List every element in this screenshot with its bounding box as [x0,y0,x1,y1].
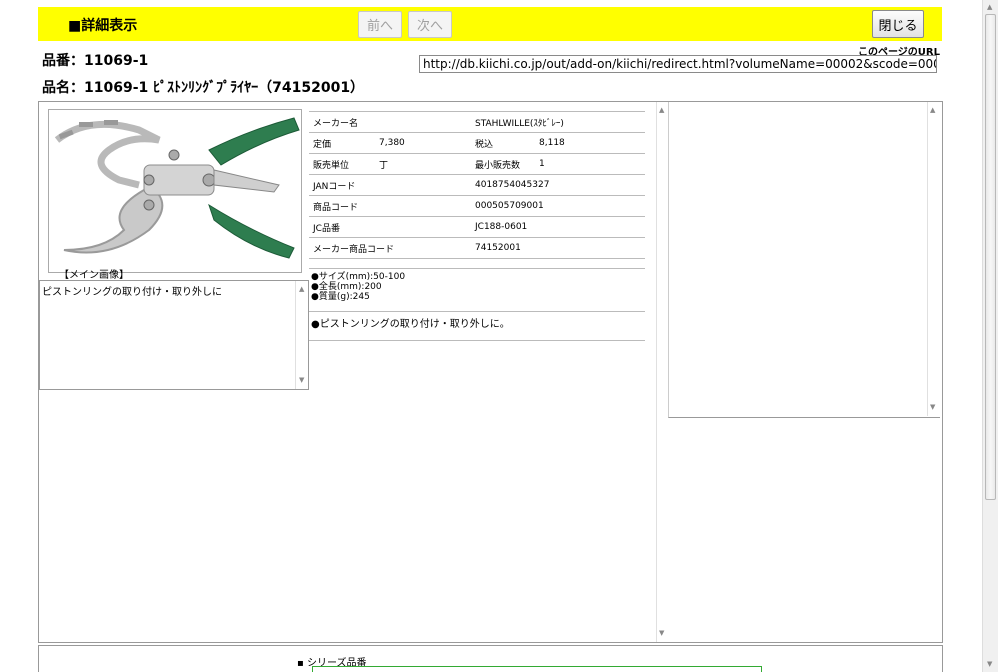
right-scrollbar[interactable]: ▲ ▼ [927,102,939,416]
divider [309,311,645,312]
scroll-down-icon[interactable]: ▼ [659,629,664,637]
divider [309,268,645,269]
page-scroll-thumb[interactable] [985,14,996,500]
close-button[interactable]: 閉じる [872,10,924,38]
scroll-down-icon[interactable]: ▼ [987,660,992,668]
product-number: 品番：11069-1 [42,53,149,69]
table-row: メーカー名 STAHLWILLE(ｽﾀﾋﾞﾚｰ) [309,111,645,133]
description-box: ピストンリングの取り付け・取り外しに ▲ ▼ [39,280,309,390]
feature-list: ●サイズ(mm):50-100 ●全長(mm):200 ●質量(g):245 [311,272,405,302]
next-button[interactable]: 次へ [408,11,452,38]
spec-label: 定価 [309,132,375,154]
scroll-up-icon[interactable]: ▲ [299,285,304,293]
series-table [312,666,762,672]
scroll-up-icon[interactable]: ▲ [987,3,992,11]
scroll-up-icon[interactable]: ▲ [659,106,664,114]
feature-weight: ●質量(g):245 [311,292,370,302]
spec-label: JC品番 [309,216,471,238]
spec-label: 最小販売数 [471,153,535,175]
description-scrollbar[interactable]: ▲ ▼ [295,281,308,389]
right-frame: ▲ ▼ [668,102,940,418]
spec-value: 4018754045327 [471,174,645,196]
table-row: 販売単位 丁 最小販売数 1 [309,153,645,175]
product-name: 品名：11069-1 ﾋﾟｽﾄﾝﾘﾝｸﾞﾌﾟﾗｲﾔｰ（74152001） [42,80,365,96]
center-scrollbar[interactable]: ▲ ▼ [656,102,668,642]
spec-table: メーカー名 STAHLWILLE(ｽﾀﾋﾞﾚｰ) 定価 7,380 税込 8,1… [309,111,645,259]
prev-button[interactable]: 前へ [358,11,402,38]
spec-label: メーカー名 [309,111,471,133]
divider [309,340,645,341]
series-panel: ▪ シリーズ品番 [38,645,943,672]
spec-value: JC188-0601 [471,216,645,238]
spec-label: 税込 [471,132,535,154]
plier-image-icon [54,117,300,259]
spec-value: 8,118 [535,132,645,154]
spec-value: 7,380 [375,132,471,154]
detail-panel: 【メイン画像】 ピストンリングの取り付け・取り外しに ▲ ▼ メーカー名 STA… [38,101,943,643]
description-text: ピストンリングの取り付け・取り外しに [42,287,222,298]
header-bar: ■詳細表示 前へ 次へ 閉じる [38,7,942,41]
feature-length: ●全長(mm):200 [311,282,382,292]
spec-value: 丁 [375,153,471,175]
page-title: ■詳細表示 [68,18,138,34]
scroll-down-icon[interactable]: ▼ [930,403,935,411]
feature-note: ●ピストンリングの取り付け・取り外しに。 [311,319,510,330]
spec-value: 74152001 [471,237,645,259]
spec-label: 販売単位 [309,153,375,175]
spec-label: メーカー商品コード [309,237,471,259]
page-url-field[interactable]: http://db.kiichi.co.jp/out/add-on/kiichi… [419,55,937,73]
scroll-down-icon[interactable]: ▼ [299,376,304,384]
spec-value: 1 [535,153,645,175]
product-image: 【メイン画像】 [48,109,302,281]
spec-value: STAHLWILLE(ｽﾀﾋﾞﾚｰ) [471,111,645,133]
spec-label: JANコード [309,174,471,196]
spec-value: 000505709001 [471,195,645,217]
table-row: JANコード 4018754045327 [309,174,645,196]
table-row: 商品コード 000505709001 [309,195,645,217]
feature-size: ●サイズ(mm):50-100 [311,272,406,282]
table-row: メーカー商品コード 74152001 [309,237,645,259]
spec-label: 商品コード [309,195,471,217]
table-row: 定価 7,380 税込 8,118 [309,132,645,154]
image-caption: 【メイン画像】 [59,270,129,281]
scroll-up-icon[interactable]: ▲ [930,106,935,114]
table-row: JC品番 JC188-0601 [309,216,645,238]
